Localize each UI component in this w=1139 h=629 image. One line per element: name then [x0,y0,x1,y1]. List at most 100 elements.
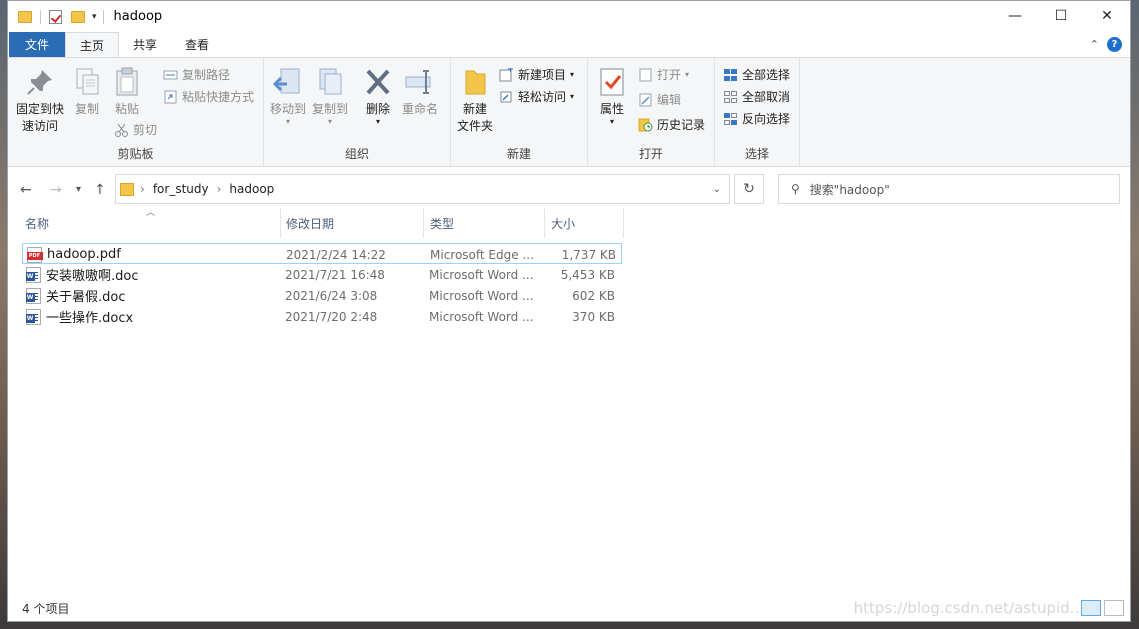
edit-label: 编辑 [657,93,682,107]
open-button[interactable]: 打开 ▾ [638,66,689,83]
separator [102,9,104,24]
search-input[interactable]: ⚲ 搜索"hadoop" [778,174,1120,204]
delete-button[interactable]: 删除 ▾ [362,66,394,126]
minimize-button[interactable]: — [992,1,1038,31]
file-size: 602 KB [572,288,615,303]
search-icon: ⚲ [791,182,800,196]
column-header-name[interactable]: 名称 [25,208,49,238]
copy-to-button[interactable]: 复制到 ▾ [310,66,350,126]
recent-locations-dropdown-icon[interactable]: ▾ [76,184,81,195]
customize-toolbar-dropdown-icon[interactable]: ▾ [92,12,97,22]
easy-access-dropdown-icon: ▾ [570,92,575,101]
address-dropdown-icon[interactable]: ⌄ [713,184,721,195]
column-separator[interactable] [423,208,424,238]
refresh-button[interactable]: ↻ [734,174,764,204]
file-row[interactable]: W 一些操作.docx 2021/7/20 2:48 Microsoft Wor… [22,306,622,327]
select-all-button[interactable]: 全部选择 [723,66,790,83]
column-header-type[interactable]: 类型 [430,208,454,238]
file-type: Microsoft Edge ... [430,247,534,262]
maximize-button[interactable]: ☐ [1038,1,1084,31]
move-to-label: 移动到 [269,102,306,116]
tab-share[interactable]: 共享 [119,32,171,57]
large-icons-view-icon[interactable] [1104,600,1124,616]
explorer-window: ▾ hadoop — ☐ ✕ 文件 主页 共享 查看 ⌃ ? 固定到快 速访问 … [7,0,1131,622]
watermark: https://blog.csdn.net/astupid... [853,599,1084,617]
details-view-icon[interactable] [1081,600,1101,616]
tab-file[interactable]: 文件 [9,32,65,57]
file-date: 2021/7/20 2:48 [285,309,378,324]
column-separator[interactable] [623,208,624,238]
select-all-icon [723,68,738,82]
cut-button[interactable]: 剪切 [114,121,157,138]
title-bar: ▾ hadoop — ☐ ✕ [8,1,1130,32]
rename-button[interactable]: 重命名 [400,66,440,118]
easy-access-button[interactable]: 轻松访问 ▾ [499,88,574,105]
word-file-icon: W [26,266,41,283]
column-separator[interactable] [544,208,545,238]
history-button[interactable]: 历史记录 [638,116,705,133]
new-item-button[interactable]: 新建项目 ▾ [499,66,574,83]
up-arrow-icon[interactable]: ↑ [94,182,106,198]
pin-label: 固定到快 [15,102,64,116]
copy-button[interactable]: 复制 [70,66,104,118]
move-to-icon [272,66,304,98]
paste-button[interactable]: 粘贴 [110,66,144,118]
select-none-label: 全部取消 [742,90,791,104]
easy-access-label: 轻松访问 [518,90,567,104]
window-title: hadoop [113,9,163,24]
file-type: Microsoft Word ... [429,288,534,303]
organize-group-label: 组织 [344,147,369,161]
new-folder-button[interactable]: 新建 文件夹 [455,66,495,135]
tab-view[interactable]: 查看 [171,32,223,57]
file-name: 安装嗷嗷啊.doc [46,269,139,284]
file-date: 2021/7/21 16:48 [285,267,385,282]
select-none-button[interactable]: 全部取消 [723,88,790,105]
file-row[interactable]: PDF hadoop.pdf 2021/2/24 14:22 Microsoft… [22,243,622,264]
properties-quick-icon[interactable] [49,9,62,24]
select-none-icon [723,90,738,104]
rename-icon [404,66,436,98]
open-icon [638,68,653,82]
collapse-ribbon-icon[interactable]: ⌃ [1090,38,1099,51]
copy-to-icon [314,66,346,98]
new-item-label: 新建项目 [518,68,567,82]
invert-selection-button[interactable]: 反向选择 [723,110,790,127]
properties-dropdown-icon: ▾ [609,117,614,126]
paste-shortcut-label: 粘贴快捷方式 [182,90,255,104]
close-button[interactable]: ✕ [1084,1,1130,31]
properties-button[interactable]: 属性 ▾ [594,66,630,126]
rename-label: 重命名 [401,102,438,116]
file-row[interactable]: W 关于暑假.doc 2021/6/24 3:08 Microsoft Word… [22,285,622,306]
window-controls: — ☐ ✕ [992,1,1130,31]
file-name-cell: W 安装嗷嗷啊.doc [26,264,139,285]
address-bar[interactable]: › for_study › hadoop ⌄ [115,174,730,204]
file-name: hadoop.pdf [47,247,121,262]
paste-shortcut-button[interactable]: 粘贴快捷方式 [163,88,254,105]
file-row[interactable]: W 安装嗷嗷啊.doc 2021/7/21 16:48 Microsoft Wo… [22,264,622,285]
pin-quick-access-button[interactable]: 固定到快 速访问 [14,66,66,135]
edit-button[interactable]: 编辑 [638,91,681,108]
breadcrumb-item[interactable]: for_study [153,182,209,196]
breadcrumb-item[interactable]: hadoop [229,182,274,196]
search-placeholder: 搜索"hadoop" [809,182,890,197]
file-name: 关于暑假.doc [46,290,126,305]
quick-access-toolbar: ▾ [18,9,97,24]
properties-check-icon [596,66,628,98]
word-file-icon: W [26,287,41,304]
delete-label: 删除 [365,102,390,116]
tab-home[interactable]: 主页 [65,32,120,57]
column-header-date[interactable]: 修改日期 [286,208,334,238]
invert-selection-label: 反向选择 [742,112,791,126]
file-name-cell: W 关于暑假.doc [26,285,126,306]
invert-selection-icon [723,112,738,126]
folder-icon [18,10,32,23]
back-arrow-icon[interactable]: ← [20,182,32,198]
new-folder-quick-icon[interactable] [71,10,85,23]
column-header-size[interactable]: 大小 [551,208,575,238]
paste-label: 粘贴 [114,102,139,116]
forward-arrow-icon[interactable]: → [50,182,62,198]
column-separator[interactable] [280,208,281,238]
move-to-button[interactable]: 移动到 ▾ [268,66,308,126]
help-icon[interactable]: ? [1107,37,1122,52]
copy-path-button[interactable]: 复制路径 [163,66,230,83]
